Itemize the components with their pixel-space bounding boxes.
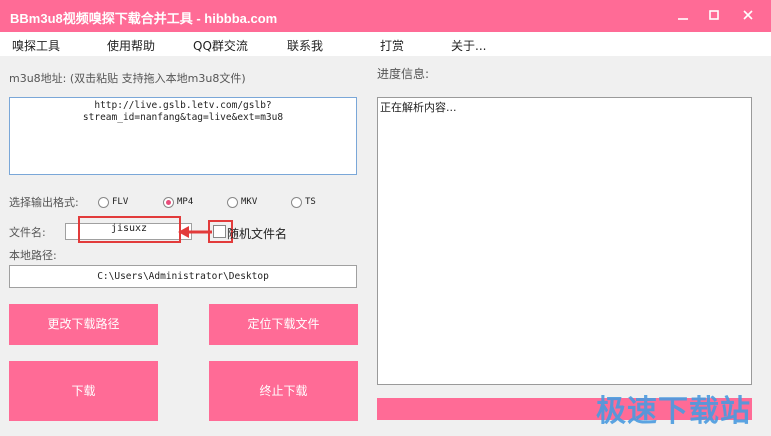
locate-file-button[interactable]: 定位下载文件 <box>209 304 358 345</box>
title-bar: BBm3u8视频嗅探下载合并工具 - hibbba.com <box>0 0 771 32</box>
m3u8-url-input[interactable]: http://live.gslb.letv.com/gslb? stream_i… <box>9 97 357 175</box>
menu-donate[interactable]: 打赏 <box>380 37 404 54</box>
filename-label: 文件名: <box>9 226 46 239</box>
progress-label: 进度信息: <box>377 67 430 81</box>
radio-circle <box>291 196 302 208</box>
radio-circle-selected <box>163 196 174 208</box>
format-radio-mp4[interactable]: MP4 <box>163 195 193 209</box>
menu-contact[interactable]: 联系我 <box>287 37 323 54</box>
format-radio-flv[interactable]: FLV <box>98 195 128 209</box>
window-title: BBm3u8视频嗅探下载合并工具 - hibbba.com <box>10 11 278 26</box>
menu-qq-group[interactable]: QQ群交流 <box>193 37 248 54</box>
progress-text: 正在解析内容... <box>380 101 457 114</box>
format-flv-label: FLV <box>112 197 129 207</box>
menu-sniff-tool[interactable]: 嗅探工具 <box>12 37 60 54</box>
format-radio-ts[interactable]: TS <box>291 195 316 209</box>
format-mp4-label: MP4 <box>177 197 194 207</box>
maximize-icon[interactable] <box>703 5 725 27</box>
close-icon[interactable] <box>737 5 759 27</box>
path-label: 本地路径: <box>9 249 57 262</box>
menu-about[interactable]: 关于... <box>451 37 486 54</box>
filename-highlight-box <box>78 216 181 243</box>
download-button[interactable]: 下载 <box>9 361 158 421</box>
progress-log: 正在解析内容... <box>377 97 752 385</box>
watermark-logo: 极速下载站 <box>596 394 751 429</box>
radio-circle <box>98 196 109 208</box>
format-radio-mkv[interactable]: MKV <box>227 195 257 209</box>
format-mkv-label: MKV <box>241 197 258 207</box>
menu-bar: 嗅探工具 使用帮助 QQ群交流 联系我 打赏 关于... <box>0 32 771 56</box>
change-path-button[interactable]: 更改下载路径 <box>9 304 158 345</box>
radio-circle <box>227 196 238 208</box>
random-filename-label: 随机文件名 <box>227 227 288 241</box>
format-ts-label: TS <box>305 197 316 207</box>
menu-help[interactable]: 使用帮助 <box>107 37 155 54</box>
local-path-input[interactable]: C:\Users\Administrator\Desktop <box>9 265 357 288</box>
stop-download-button[interactable]: 终止下载 <box>209 361 358 421</box>
minimize-icon[interactable] <box>672 5 694 27</box>
format-label: 选择输出格式: <box>9 196 79 209</box>
url-label: m3u8地址: (双击粘贴 支持拖入本地m3u8文件) <box>9 72 246 85</box>
